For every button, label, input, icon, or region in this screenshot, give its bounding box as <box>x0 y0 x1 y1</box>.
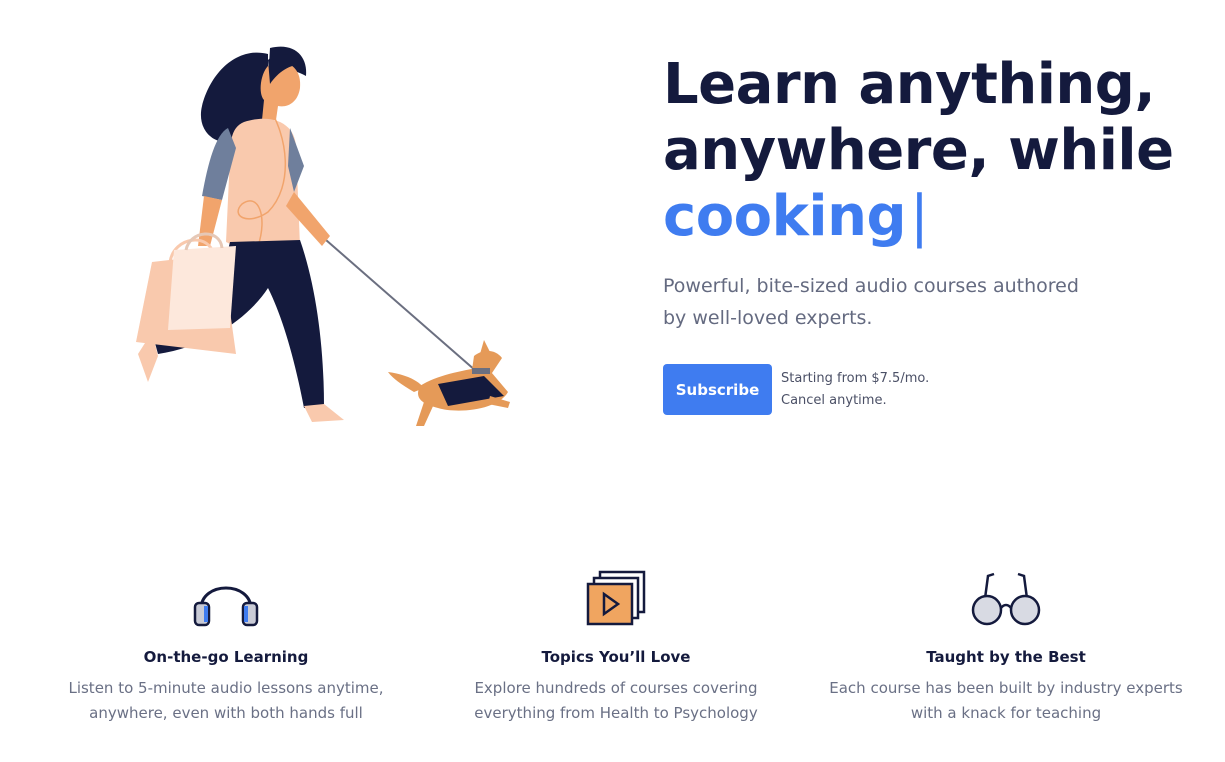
headline-line-2: anywhere, while <box>663 118 1174 183</box>
subtitle-line-1: Powerful, bite-sized audio courses autho… <box>663 275 1079 297</box>
subtitle-line-2: by well-loved experts. <box>663 307 873 329</box>
headphones-icon <box>193 586 259 627</box>
cta-row: Subscribe Starting from $7.5/mo. Cancel … <box>663 364 1183 415</box>
pricing-line-2: Cancel anytime. <box>781 392 887 408</box>
pricing-note: Starting from $7.5/mo. Cancel anytime. <box>781 368 929 412</box>
typed-word: cooking <box>663 184 907 249</box>
feature-title: Topics You’ll Love <box>541 648 691 666</box>
feature-on-the-go: On-the-go Learning Listen to 5-minute au… <box>36 568 416 726</box>
hero-headline: Learn anything, anywhere, while cooking| <box>663 52 1183 250</box>
glasses-icon <box>971 572 1041 626</box>
features-section: On-the-go Learning Listen to 5-minute au… <box>36 568 1196 726</box>
pricing-line-1: Starting from $7.5/mo. <box>781 370 930 386</box>
headline-line-1: Learn anything, <box>663 52 1156 117</box>
hero-subtitle: Powerful, bite-sized audio courses autho… <box>663 270 1103 334</box>
feature-title: On-the-go Learning <box>143 648 309 666</box>
feature-description: Listen to 5-minute audio lessons anytime… <box>68 679 384 722</box>
feature-topics: Topics You’ll Love Explore hundreds of c… <box>426 568 806 726</box>
headline-line-3: cooking| <box>663 184 1183 250</box>
woman-walking-dog-illustration <box>136 46 510 426</box>
feature-description: Explore hundreds of courses covering eve… <box>474 679 758 722</box>
feature-title: Taught by the Best <box>926 648 1086 666</box>
hero-section: Learn anything, anywhere, while cooking|… <box>663 52 1183 415</box>
typing-cursor: | <box>910 184 929 249</box>
feature-taught-by-best: Taught by the Best Each course has been … <box>816 568 1196 726</box>
video-stack-icon <box>586 570 646 626</box>
feature-description: Each course has been built by industry e… <box>829 679 1183 722</box>
subscribe-button[interactable]: Subscribe <box>663 364 772 415</box>
